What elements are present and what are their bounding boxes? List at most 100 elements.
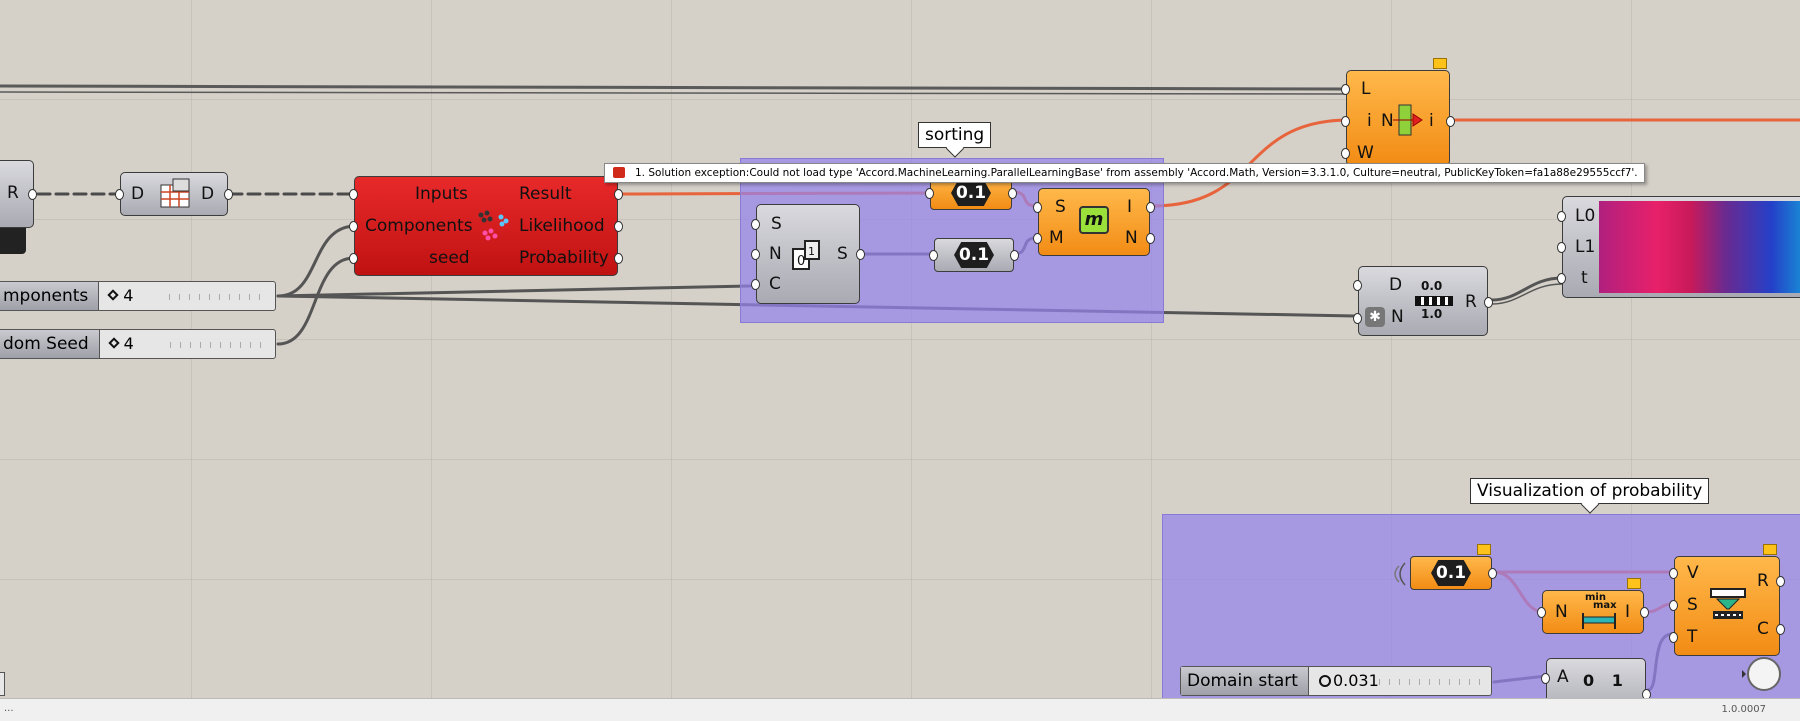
note-sorting[interactable]: sorting bbox=[918, 122, 992, 158]
port-out-r[interactable] bbox=[1484, 297, 1493, 308]
preview-flag bbox=[1477, 544, 1491, 555]
remap-numbers-component[interactable]: D ✱ N 0.0 1.0 R bbox=[1353, 266, 1493, 336]
remap-top-text: 0.0 bbox=[1421, 279, 1443, 293]
remap-output-r: R bbox=[1465, 292, 1477, 312]
port-out-c[interactable] bbox=[1776, 624, 1785, 635]
dataset-component[interactable]: D D bbox=[115, 172, 233, 216]
port-out[interactable] bbox=[1008, 188, 1017, 199]
port-out[interactable] bbox=[224, 189, 233, 200]
port-in-n[interactable] bbox=[751, 249, 760, 260]
listitem-input-i: i bbox=[1367, 111, 1372, 131]
note-visualization[interactable]: Visualization of probability bbox=[1470, 478, 1710, 514]
member-index-component[interactable]: S M m I N bbox=[1033, 188, 1155, 256]
port-out[interactable] bbox=[28, 189, 37, 200]
port-in-c[interactable] bbox=[751, 279, 760, 290]
slider-track[interactable]: 4 bbox=[99, 282, 275, 310]
series-input-a: A bbox=[1557, 667, 1569, 687]
list-item-arrow-icon bbox=[1393, 104, 1423, 136]
remap-input-n: N bbox=[1391, 307, 1404, 327]
port-in-l0[interactable] bbox=[1557, 211, 1566, 222]
port-in-components[interactable] bbox=[349, 221, 358, 232]
gradient-component[interactable]: L0 L1 t bbox=[1557, 196, 1800, 298]
port-in-a[interactable] bbox=[1541, 673, 1550, 684]
sort-input-c: C bbox=[769, 274, 781, 294]
reparameterize-star-icon: ✱ bbox=[1365, 307, 1385, 327]
port-in[interactable] bbox=[929, 250, 938, 261]
error-balloon-icon bbox=[613, 167, 625, 178]
slider-components[interactable]: mponents 4 bbox=[0, 281, 276, 311]
slider-name: mponents bbox=[0, 282, 100, 310]
slider-ticks bbox=[169, 294, 265, 300]
number-param-2[interactable]: 0.1 bbox=[929, 238, 1019, 272]
gmm-component-error[interactable]: Inputs Components seed Result Likelihood… bbox=[349, 176, 623, 276]
member-input-m: M bbox=[1049, 228, 1064, 248]
table-grid-icon bbox=[160, 178, 190, 208]
port-out-result[interactable] bbox=[614, 189, 623, 200]
edge-black-block bbox=[0, 228, 26, 254]
port-in[interactable] bbox=[115, 189, 124, 200]
edge-param-output: R bbox=[7, 183, 19, 203]
port-in[interactable] bbox=[925, 188, 934, 199]
bounds-output-i: I bbox=[1625, 602, 1631, 622]
number-param-3[interactable]: 0.1 bbox=[1394, 544, 1497, 590]
port-in-seed[interactable] bbox=[349, 253, 358, 264]
port-in-v[interactable] bbox=[1669, 568, 1678, 579]
list-item-component[interactable]: L i W N i bbox=[1341, 58, 1455, 166]
number-hex-icon: 0.1 bbox=[1431, 560, 1471, 586]
port-in-w[interactable] bbox=[1341, 148, 1350, 159]
gradient-color-bar bbox=[1599, 201, 1800, 293]
port-out[interactable] bbox=[1010, 250, 1019, 261]
status-left: ... bbox=[4, 703, 14, 714]
number-hex-icon: 0.1 bbox=[951, 180, 991, 206]
port-in-m[interactable] bbox=[1033, 233, 1042, 244]
gmm-output-likelihood: Likelihood bbox=[519, 216, 605, 236]
navigation-compass-icon[interactable] bbox=[1742, 654, 1782, 694]
remap-visualization-component[interactable]: V S T R C bbox=[1669, 544, 1785, 656]
remap-range-bar bbox=[1415, 296, 1453, 306]
slider-name: Domain start bbox=[1181, 667, 1309, 695]
port-in-n[interactable] bbox=[1537, 607, 1546, 618]
svg-text:1: 1 bbox=[808, 245, 815, 258]
port-in-l1[interactable] bbox=[1557, 242, 1566, 253]
port-out-i[interactable] bbox=[1446, 116, 1455, 127]
error-tooltip: 1. Solution exception:Could not load typ… bbox=[604, 163, 1645, 183]
slider-track[interactable]: 0.031 bbox=[1309, 667, 1491, 695]
error-tooltip-text: 1. Solution exception:Could not load typ… bbox=[635, 167, 1638, 179]
port-in-n[interactable] bbox=[1353, 313, 1362, 324]
port-in-t[interactable] bbox=[1669, 632, 1678, 643]
edge-param[interactable]: R bbox=[0, 160, 37, 228]
port-out-r[interactable] bbox=[1776, 576, 1785, 587]
slider-value: 4 bbox=[123, 286, 134, 305]
port-out-i[interactable] bbox=[1640, 607, 1649, 618]
bounds-component[interactable]: N min max I bbox=[1537, 578, 1649, 634]
diamond-icon bbox=[107, 289, 119, 301]
sort-input-s: S bbox=[771, 214, 782, 234]
slider-seed[interactable]: dom Seed 4 bbox=[0, 329, 276, 359]
port-in-d[interactable] bbox=[1353, 280, 1362, 291]
dataset-output-label: D bbox=[201, 184, 215, 204]
grasshopper-canvas[interactable]: sorting Visualization of probability R D… bbox=[0, 0, 1800, 720]
port-in-l[interactable] bbox=[1341, 84, 1350, 95]
port-in-s[interactable] bbox=[751, 219, 760, 230]
port-in-inputs[interactable] bbox=[349, 189, 358, 200]
port-in-i[interactable] bbox=[1341, 116, 1350, 127]
slider-domain-start[interactable]: Domain start 0.031 bbox=[1180, 666, 1492, 696]
gradient-input-t: t bbox=[1581, 268, 1588, 288]
port-out-i[interactable] bbox=[1146, 202, 1155, 213]
sort-component[interactable]: S N C 0 1 S bbox=[751, 204, 865, 304]
sort-list-icon: 0 1 bbox=[792, 240, 820, 270]
member-m-icon: m bbox=[1079, 206, 1109, 234]
slider-track[interactable]: 4 bbox=[100, 330, 275, 358]
port-out-s[interactable] bbox=[856, 249, 865, 260]
port-in-s[interactable] bbox=[1033, 202, 1042, 213]
port-out-n[interactable] bbox=[1146, 233, 1155, 244]
preview-flag bbox=[1433, 58, 1447, 69]
port-in-s[interactable] bbox=[1669, 600, 1678, 611]
port-out-probability[interactable] bbox=[614, 253, 623, 264]
bounds-input-n: N bbox=[1555, 602, 1568, 622]
listitem-output-i: i bbox=[1429, 111, 1434, 131]
port-out-likelihood[interactable] bbox=[614, 221, 623, 232]
port-in-t[interactable] bbox=[1557, 273, 1566, 284]
port-out[interactable] bbox=[1488, 568, 1497, 579]
version-label: 1.0.0007 bbox=[1721, 704, 1766, 715]
